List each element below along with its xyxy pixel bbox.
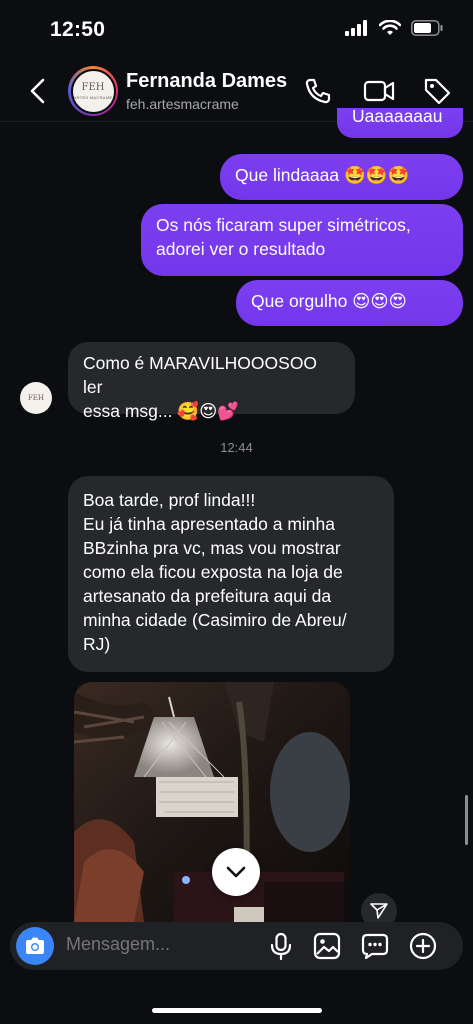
- message-text: essa msg... 🥰😍💕: [83, 401, 240, 421]
- message-text: RJ): [83, 634, 111, 654]
- message-text: BBzinha pra vc, mas vou mostrar: [83, 538, 341, 558]
- home-indicator[interactable]: [152, 1008, 322, 1013]
- sticker-button[interactable]: [360, 931, 390, 961]
- avatar-logo-subtext: ARTES MACRAMÊ: [73, 94, 113, 100]
- video-call-button[interactable]: [362, 75, 395, 107]
- chevron-left-icon: [30, 78, 45, 104]
- message-text: Que orgulho 😍😍😍: [251, 291, 407, 311]
- outgoing-message[interactable]: Uaaaaaaau: [337, 108, 463, 138]
- contact-username[interactable]: feh.artesmacrame: [126, 96, 239, 112]
- video-camera-icon: [363, 80, 395, 102]
- message-timestamp: 12:44: [220, 440, 253, 455]
- message-text: Como é MARAVILHOOOSOO ler: [83, 353, 318, 397]
- battery-icon: [411, 20, 443, 36]
- avatar-logo-text: FEH: [81, 81, 105, 93]
- microphone-icon: [270, 932, 292, 961]
- avatar-logo-text: FEH: [27, 394, 45, 402]
- chat-bubble-icon: [361, 933, 389, 960]
- phone-icon: [305, 78, 331, 104]
- cellular-signal-icon: [345, 20, 367, 36]
- message-text: adorei ver o resultado: [156, 239, 326, 259]
- scrollbar[interactable]: [465, 795, 468, 845]
- sender-avatar[interactable]: FEH: [20, 382, 52, 414]
- message-text: como ela ficou exposta na loja de: [83, 562, 343, 582]
- message-text: Boa tarde, prof linda!!!: [83, 490, 256, 510]
- voice-message-button[interactable]: [266, 931, 296, 961]
- outgoing-message[interactable]: Que orgulho 😍😍😍: [236, 280, 463, 326]
- tag-button[interactable]: [421, 75, 453, 107]
- status-time: 12:50: [50, 18, 106, 41]
- message-text: Eu já tinha apresentado a minha: [83, 514, 335, 534]
- gallery-button[interactable]: [312, 931, 342, 961]
- tag-icon: [424, 78, 451, 105]
- image-icon: [313, 932, 341, 960]
- message-text: artesanato da prefeitura aqui da: [83, 586, 332, 606]
- paper-plane-icon: [370, 903, 388, 919]
- message-composer: [10, 922, 463, 970]
- message-text: Uaaaaaaau: [352, 108, 443, 126]
- incoming-message[interactable]: Boa tarde, prof linda!!! Eu já tinha apr…: [68, 476, 394, 672]
- message-text: Os nós ficaram super simétricos,: [156, 215, 411, 235]
- photo-attachment[interactable]: [74, 682, 350, 922]
- macrame-lamp-photo: [74, 682, 350, 922]
- message-input[interactable]: [66, 934, 256, 955]
- status-icons: [345, 20, 443, 36]
- plus-circle-icon: [409, 932, 437, 960]
- status-bar: 12:50: [0, 0, 473, 60]
- incoming-message[interactable]: Como é MARAVILHOOOSOO ler essa msg... 🥰😍…: [68, 342, 355, 421]
- outgoing-message[interactable]: Que lindaaaa 🤩🤩🤩: [220, 154, 463, 200]
- contact-name[interactable]: Fernanda Dames: [126, 70, 287, 93]
- wifi-icon: [379, 20, 401, 35]
- message-text: Que lindaaaa 🤩🤩🤩: [235, 165, 410, 185]
- more-options-button[interactable]: [408, 931, 438, 961]
- back-button[interactable]: [22, 74, 56, 108]
- message-text: minha cidade (Casimiro de Abreu/: [83, 610, 347, 630]
- scroll-to-bottom-button[interactable]: [212, 848, 260, 896]
- camera-button[interactable]: [16, 927, 54, 965]
- contact-avatar[interactable]: FEH ARTES MACRAMÊ: [68, 66, 118, 116]
- outgoing-message[interactable]: Os nós ficaram super simétricos, adorei …: [141, 204, 463, 276]
- call-button[interactable]: [302, 75, 334, 107]
- camera-icon: [26, 937, 44, 954]
- chevron-down-icon: [226, 866, 246, 878]
